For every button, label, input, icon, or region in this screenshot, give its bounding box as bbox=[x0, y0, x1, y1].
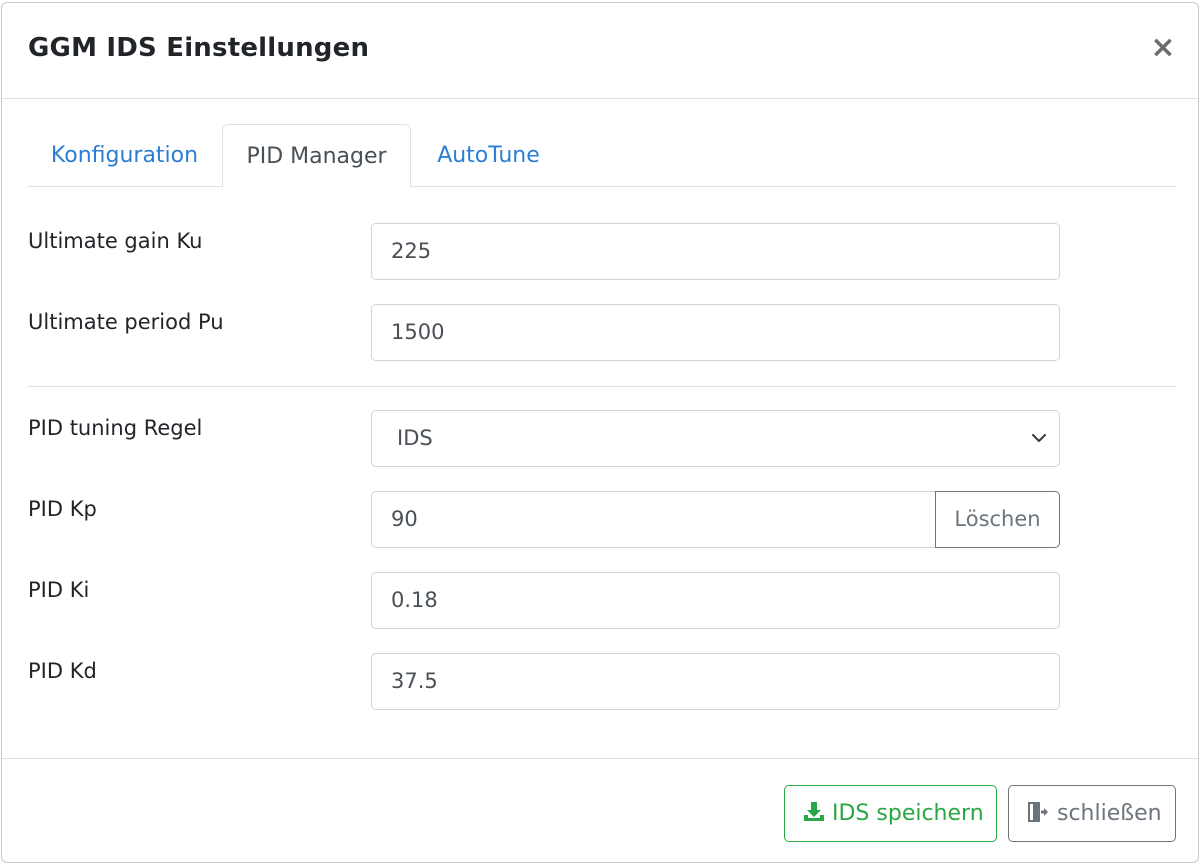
tuning-rule-value: IDS bbox=[397, 426, 433, 450]
tuning-rule-select[interactable]: IDS bbox=[371, 410, 1060, 467]
tab-bar: Konfiguration PID Manager AutoTune bbox=[27, 124, 1176, 188]
chevron-down-icon bbox=[1032, 434, 1046, 442]
kd-label: PID Kd bbox=[28, 659, 97, 683]
download-icon bbox=[804, 802, 824, 821]
ultimate-period-label: Ultimate period Pu bbox=[28, 310, 224, 334]
sign-out-icon bbox=[1028, 802, 1048, 822]
kd-input[interactable]: 37.5 bbox=[371, 653, 1060, 710]
ki-input[interactable]: 0.18 bbox=[371, 572, 1060, 629]
save-button-label: IDS speichern bbox=[832, 801, 984, 826]
settings-modal: GGM IDS Einstellungen × Konfiguration PI… bbox=[1, 2, 1199, 863]
modal-header: GGM IDS Einstellungen × bbox=[2, 3, 1198, 99]
modal-title: GGM IDS Einstellungen bbox=[28, 33, 370, 63]
save-button[interactable]: IDS speichern bbox=[784, 785, 997, 842]
modal-footer: IDS speichern schließen bbox=[2, 758, 1198, 862]
ultimate-period-input[interactable]: 1500 bbox=[371, 304, 1060, 361]
close-button-label: schließen bbox=[1057, 801, 1162, 826]
close-button[interactable]: schließen bbox=[1008, 785, 1176, 842]
ki-label: PID Ki bbox=[28, 578, 90, 602]
close-icon[interactable]: × bbox=[1148, 33, 1178, 63]
ultimate-gain-label: Ultimate gain Ku bbox=[28, 229, 203, 253]
tab-autotune[interactable]: AutoTune bbox=[413, 124, 564, 187]
clear-button[interactable]: Löschen bbox=[935, 491, 1060, 548]
tuning-rule-label: PID tuning Regel bbox=[28, 416, 203, 440]
kp-label: PID Kp bbox=[28, 497, 97, 521]
tab-pid-manager[interactable]: PID Manager bbox=[222, 124, 411, 188]
ultimate-gain-input[interactable]: 225 bbox=[371, 223, 1060, 280]
tab-konfiguration[interactable]: Konfiguration bbox=[27, 124, 222, 187]
kp-input[interactable]: 90 bbox=[371, 491, 937, 548]
form-divider bbox=[27, 386, 1176, 387]
